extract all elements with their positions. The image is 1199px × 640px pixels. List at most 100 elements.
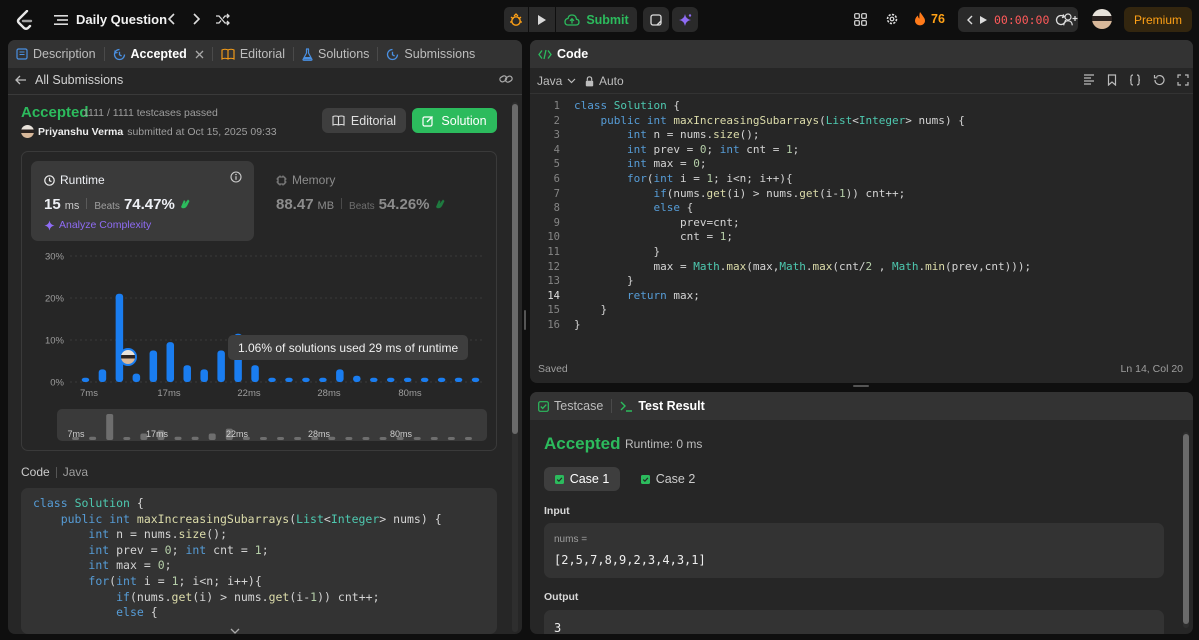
- code-line[interactable]: }: [574, 274, 1174, 289]
- close-tab-icon[interactable]: [195, 50, 204, 59]
- code-line[interactable]: }: [574, 245, 1174, 260]
- runtime-bar[interactable]: [183, 365, 191, 382]
- runtime-bar[interactable]: [437, 377, 446, 382]
- code-line[interactable]: for(int i = 1; i<n; i++){: [574, 172, 1174, 187]
- editorial-button[interactable]: Editorial: [322, 108, 406, 133]
- expand-code-icon[interactable]: [230, 628, 240, 634]
- runtime-bar[interactable]: [268, 377, 276, 382]
- problem-list-icon[interactable]: [52, 11, 70, 29]
- runtime-bar[interactable]: [285, 377, 293, 382]
- runtime-bar[interactable]: [132, 373, 141, 382]
- analyze-complexity-link[interactable]: Analyze Complexity: [44, 219, 151, 231]
- add-collaborator-icon[interactable]: [1061, 10, 1079, 28]
- input-box[interactable]: nums = [2,5,7,8,9,2,3,4,3,1]: [544, 523, 1164, 578]
- left-scrollbar-track[interactable]: [512, 102, 518, 632]
- tab-code[interactable]: Code: [530, 40, 596, 68]
- run-icon[interactable]: [529, 7, 555, 32]
- runtime-bar[interactable]: [149, 350, 158, 383]
- result-scrollbar-thumb[interactable]: [1183, 434, 1189, 624]
- solution-button[interactable]: Solution: [412, 108, 497, 133]
- nav-title[interactable]: Daily Question: [76, 12, 167, 27]
- code-editor[interactable]: class Solution { public int maxIncreasin…: [574, 99, 1174, 333]
- settings-gear-icon[interactable]: [883, 10, 901, 28]
- braces-icon[interactable]: [1129, 74, 1141, 86]
- runtime-bar[interactable]: [353, 375, 361, 382]
- runtime-bar[interactable]: [370, 377, 378, 382]
- runtime-bar[interactable]: [217, 350, 225, 383]
- debug-icon[interactable]: [504, 7, 528, 32]
- runtime-bar[interactable]: [386, 377, 395, 382]
- share-link-icon[interactable]: [499, 73, 513, 85]
- code-line[interactable]: int n = nums.size();: [574, 128, 1174, 143]
- code-line[interactable]: else {: [574, 201, 1174, 216]
- code-line[interactable]: return max;: [574, 289, 1174, 304]
- code-line[interactable]: class Solution {: [574, 99, 1174, 114]
- left-scrollbar-thumb[interactable]: [512, 104, 518, 434]
- streak-counter[interactable]: 76: [914, 11, 945, 26]
- submitted-code-block[interactable]: class Solution { public int maxIncreasin…: [21, 488, 497, 634]
- notes-icon[interactable]: [643, 7, 669, 32]
- code-line[interactable]: cnt = 1;: [574, 230, 1174, 245]
- premium-button[interactable]: Premium: [1124, 7, 1192, 32]
- runtime-bar[interactable]: [420, 377, 429, 382]
- code-line[interactable]: }: [574, 318, 1174, 333]
- your-submission-marker[interactable]: [119, 348, 137, 366]
- format-icon[interactable]: [1083, 74, 1095, 86]
- result-scrollbar-track[interactable]: [1183, 432, 1189, 628]
- tab-submissions[interactable]: Submissions: [378, 40, 483, 68]
- info-icon[interactable]: [230, 171, 242, 183]
- case-1-tab[interactable]: Case 1: [544, 467, 620, 491]
- leetcode-logo-icon[interactable]: [14, 9, 36, 31]
- runtime-bar[interactable]: [403, 377, 412, 382]
- reset-code-icon[interactable]: [1153, 74, 1165, 86]
- submitter-name[interactable]: Priyanshu Verma: [38, 126, 123, 138]
- layout-grid-icon[interactable]: [851, 10, 869, 28]
- code-line[interactable]: int prev = 0; int cnt = 1;: [574, 143, 1174, 158]
- code-line[interactable]: int max = 0;: [574, 157, 1174, 172]
- timer-widget[interactable]: 00:00:00: [958, 7, 1078, 32]
- runtime-bar[interactable]: [319, 377, 327, 382]
- runtime-range-slider[interactable]: 7ms 17ms 22ms 28ms 80ms: [57, 409, 487, 441]
- code-line[interactable]: prev=cnt;: [574, 216, 1174, 231]
- runtime-bar[interactable]: [115, 293, 124, 382]
- runtime-card[interactable]: Runtime 15 ms Beats 74.47% Analyze Compl…: [31, 161, 254, 241]
- shuffle-icon[interactable]: [212, 10, 232, 28]
- runtime-bar[interactable]: [200, 369, 208, 382]
- code-line[interactable]: }: [574, 303, 1174, 318]
- prev-question-icon[interactable]: [162, 10, 180, 28]
- runtime-bar[interactable]: [336, 369, 344, 382]
- language-selector[interactable]: Java: [537, 74, 576, 88]
- auto-mode[interactable]: Auto: [585, 74, 624, 88]
- ai-sparkle-icon[interactable]: [672, 7, 698, 32]
- runtime-bar[interactable]: [81, 377, 90, 382]
- tab-testcase[interactable]: Testcase: [530, 392, 611, 420]
- runtime-bar[interactable]: [471, 377, 480, 382]
- user-avatar[interactable]: [1092, 9, 1112, 29]
- timer-play-icon[interactable]: [979, 15, 988, 25]
- tab-solutions[interactable]: Solutions: [294, 40, 377, 68]
- runtime-bar[interactable]: [251, 365, 259, 382]
- code-line[interactable]: max = Math.max(max,Math.max(cnt/2 , Math…: [574, 260, 1174, 275]
- runtime-bar[interactable]: [98, 369, 107, 382]
- tab-test-result[interactable]: Test Result: [612, 392, 712, 420]
- runtime-bar[interactable]: [454, 377, 463, 382]
- submit-button[interactable]: Submit: [556, 7, 637, 32]
- back-to-submissions[interactable]: All Submissions: [15, 73, 123, 87]
- code-line[interactable]: public int maxIncreasingSubarrays(List<I…: [574, 114, 1174, 129]
- output-box[interactable]: 3: [544, 610, 1164, 634]
- memory-card[interactable]: Memory 88.47 MB Beats 54.26%: [263, 161, 486, 241]
- collapse-timer-icon[interactable]: [966, 15, 973, 25]
- bookmark-icon[interactable]: [1107, 74, 1117, 86]
- runtime-distribution-chart[interactable]: 30% 20% 10% 0% 7ms 17ms 22ms 28ms 80ms: [30, 248, 490, 408]
- horizontal-resize-handle[interactable]: [853, 385, 869, 387]
- runtime-bar[interactable]: [166, 342, 175, 382]
- tab-description[interactable]: Description: [8, 40, 104, 68]
- fullscreen-icon[interactable]: [1177, 74, 1189, 86]
- code-line[interactable]: if(nums.get(i) > nums.get(i-1)) cnt++;: [574, 187, 1174, 202]
- tab-accepted[interactable]: Accepted: [105, 40, 212, 68]
- next-question-icon[interactable]: [188, 10, 206, 28]
- case-2-tab[interactable]: Case 2: [630, 467, 706, 491]
- vertical-resize-handle[interactable]: [524, 310, 526, 330]
- runtime-bar[interactable]: [302, 377, 310, 382]
- tab-editorial[interactable]: Editorial: [213, 40, 293, 68]
